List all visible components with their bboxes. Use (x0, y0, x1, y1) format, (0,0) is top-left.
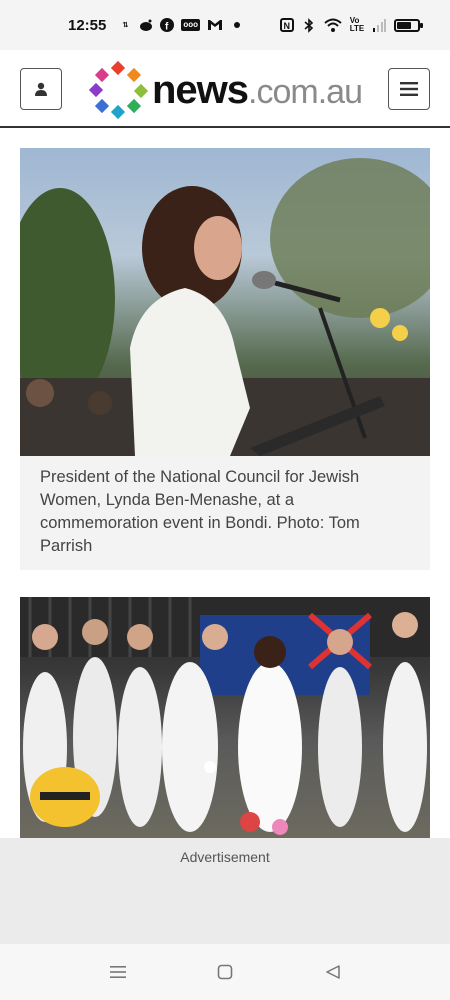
person-icon (35, 82, 47, 96)
photo-illustration (20, 158, 430, 456)
menu-button[interactable] (388, 68, 430, 110)
data-icon: ⇅ (122, 21, 129, 29)
dot-icon (230, 18, 244, 32)
battery-icon (394, 18, 423, 32)
account-button[interactable] (20, 68, 62, 110)
logo-wordmark: news.com.au (152, 67, 363, 113)
status-bar: 12:55 ⇅ f ooo N Vo LTE (0, 0, 450, 50)
notification-icons: ⇅ f ooo (118, 18, 244, 32)
photo-caption: President of the National Council for Je… (20, 456, 430, 570)
svg-text:N: N (284, 21, 291, 31)
bluetooth-icon (302, 17, 316, 33)
back-button[interactable] (322, 961, 344, 983)
site-header: news.com.au (0, 50, 450, 128)
volte-icon: Vo LTE (349, 16, 365, 33)
system-nav-bar (0, 944, 450, 1000)
logo-domain-text: .com.au (248, 72, 363, 111)
facebook-icon: f (160, 18, 175, 32)
back-icon (326, 965, 340, 979)
system-icons: N Vo LTE (280, 16, 423, 33)
hamburger-menu-icon (400, 82, 418, 96)
signal-icon (372, 18, 386, 32)
battery-level (397, 21, 411, 29)
recent-apps-button[interactable] (107, 961, 129, 983)
gmail-icon (207, 18, 223, 32)
article-figure-2 (20, 597, 430, 838)
advertisement-slot[interactable]: Advertisement (0, 838, 450, 944)
photo-illustration-2 (20, 597, 430, 835)
article-photo[interactable] (20, 148, 430, 456)
news-box-icon: ooo (181, 19, 201, 31)
reddit-icon (139, 18, 153, 32)
advertisement-label: Advertisement (180, 849, 270, 865)
nfc-icon: N (280, 18, 294, 32)
article-photo-2[interactable] (20, 597, 430, 838)
home-icon (217, 964, 233, 980)
logo-mark-icon (88, 60, 149, 120)
recent-apps-icon (110, 966, 126, 978)
logo-primary-text: news (152, 67, 249, 112)
site-logo[interactable]: news.com.au (88, 60, 363, 120)
home-button[interactable] (214, 961, 236, 983)
status-time: 12:55 (68, 16, 107, 34)
wifi-icon (324, 18, 342, 32)
article-figure: President of the National Council for Je… (20, 148, 430, 570)
